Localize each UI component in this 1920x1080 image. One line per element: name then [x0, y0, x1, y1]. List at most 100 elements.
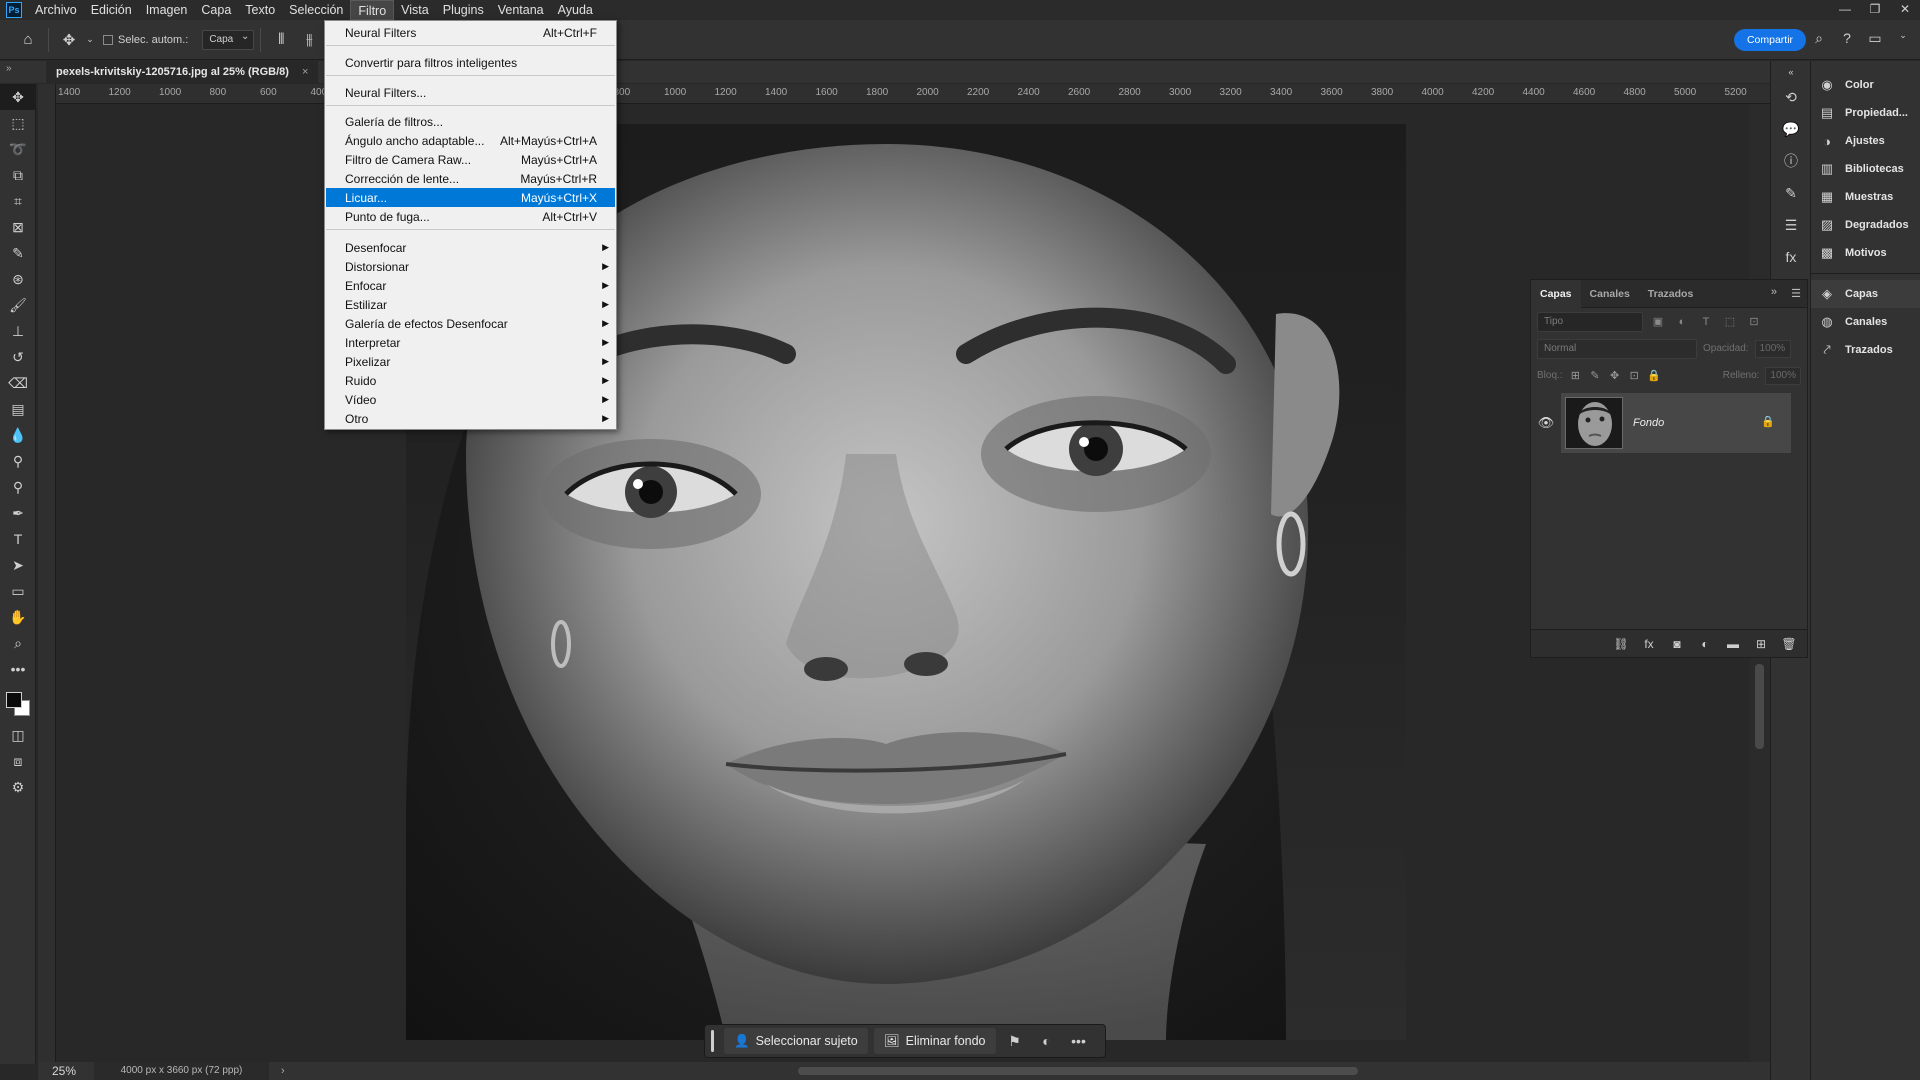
blend-mode-dropdown[interactable]: Normal	[1537, 338, 1697, 359]
panel-swatches[interactable]: ▦ Muestras	[1811, 183, 1920, 211]
marquee-tool-icon[interactable]: ⬚	[0, 110, 36, 136]
filter-shape-icon[interactable]: ⬚	[1721, 315, 1739, 328]
layer-lock-icon[interactable]: 🔒	[1761, 415, 1775, 428]
filter-menu-item-licuar[interactable]: Licuar... Mayús+Ctrl+X	[326, 188, 615, 207]
menu-vista[interactable]: Vista	[394, 0, 436, 20]
panel-paths[interactable]: ⤤ Trazados	[1811, 336, 1920, 364]
gradient-tool-icon[interactable]: ▤	[0, 396, 36, 422]
panel-menu-icon[interactable]: ☰	[1791, 287, 1801, 300]
filter-menu-item-neural-filters[interactable]: Neural Filters Alt+Ctrl+F	[326, 23, 615, 42]
lock-pixels-icon[interactable]: ✎	[1588, 369, 1602, 382]
filter-menu-item-filtro-de-camera-raw[interactable]: Filtro de Camera Raw... Mayús+Ctrl+A	[326, 150, 615, 169]
horizontal-ruler[interactable]: 1400120010008006004002000200400600800100…	[56, 84, 1770, 104]
menu-imagen[interactable]: Imagen	[139, 0, 195, 20]
menu-capa[interactable]: Capa	[194, 0, 238, 20]
align-left-icon[interactable]: ⫴	[267, 26, 295, 54]
type-tool-icon[interactable]: T	[0, 526, 36, 552]
filter-menu-item-video[interactable]: Vídeo ▶	[326, 390, 615, 409]
rectangle-tool-icon[interactable]: ▭	[0, 578, 36, 604]
tab-paths[interactable]: Trazados	[1639, 280, 1703, 308]
chevron-down-icon[interactable]: ⌄	[1894, 30, 1912, 47]
filter-menu-item-ruido[interactable]: Ruido ▶	[326, 371, 615, 390]
filter-menu-item-neural-filters[interactable]: Neural Filters...	[326, 83, 615, 102]
info-icon[interactable]: ⓘ	[1771, 147, 1811, 175]
panel-layers[interactable]: ◈ Capas	[1811, 280, 1920, 308]
hand-tool-icon[interactable]: ✋	[0, 604, 36, 630]
layer-row-content[interactable]: Fondo 🔒	[1561, 393, 1791, 453]
new-layer-icon[interactable]: ⊞	[1753, 637, 1769, 651]
filter-menu-item-pixelizar[interactable]: Pixelizar ▶	[326, 352, 615, 371]
filter-menu-item-desenfocar[interactable]: Desenfocar ▶	[326, 238, 615, 257]
panel-libraries[interactable]: ▥ Bibliotecas	[1811, 155, 1920, 183]
menu-texto[interactable]: Texto	[238, 0, 282, 20]
more-options-icon[interactable]: •••	[1066, 1028, 1092, 1054]
panel-color[interactable]: ◉ Color	[1811, 71, 1920, 99]
photoshop-logo[interactable]: Ps	[6, 2, 22, 18]
filter-menu-item-angulo-ancho-adaptable[interactable]: Ángulo ancho adaptable... Alt+Mayús+Ctrl+…	[326, 131, 615, 150]
lock-transparency-icon[interactable]: ⊞	[1569, 369, 1583, 382]
remove-background-button[interactable]: 🖼 Eliminar fondo	[873, 1028, 996, 1054]
filter-menu-item-galeria-de-filtros[interactable]: Galería de filtros...	[326, 112, 615, 131]
filter-menu-item-galeria-de-efectos-desenfocar[interactable]: Galería de efectos Desenfocar ▶	[326, 314, 615, 333]
pin-icon[interactable]: ⚑	[1002, 1028, 1028, 1054]
filter-menu-item-interpretar[interactable]: Interpretar ▶	[326, 333, 615, 352]
home-icon[interactable]: ⌂	[14, 26, 42, 54]
zoom-level[interactable]: 25%	[38, 1064, 94, 1078]
fill-field[interactable]: 100%	[1765, 366, 1801, 385]
new-group-icon[interactable]: ▬	[1725, 637, 1741, 651]
foreground-color-swatch[interactable]	[6, 692, 22, 708]
filter-type-icon[interactable]: T	[1697, 316, 1715, 328]
search-icon[interactable]: ⌕	[1810, 30, 1828, 47]
help-icon[interactable]: ?	[1838, 30, 1856, 47]
status-menu-arrow-icon[interactable]: ›	[281, 1065, 285, 1077]
filter-menu-item-convertir-para-filtros-inteligentes[interactable]: Convertir para filtros inteligentes	[326, 53, 615, 72]
healing-brush-tool-icon[interactable]: ⊛	[0, 266, 36, 292]
quick-mask-icon[interactable]: ◫	[0, 722, 36, 748]
new-adjustment-layer-icon[interactable]: ◐	[1697, 637, 1713, 651]
opacity-field[interactable]: 100%	[1754, 339, 1791, 358]
filter-menu-item-otro[interactable]: Otro ▶	[326, 409, 615, 428]
zoom-tool-icon[interactable]: ⌕	[0, 630, 36, 656]
horizontal-scrollbar-thumb[interactable]	[798, 1067, 1358, 1075]
filter-pixel-icon[interactable]: ▣	[1649, 315, 1667, 328]
close-window-button[interactable]: ✕	[1890, 0, 1920, 20]
close-tab-icon[interactable]: ×	[302, 66, 308, 78]
collapse-panel-icon[interactable]: »	[1771, 286, 1777, 298]
filter-menu-item-estilizar[interactable]: Estilizar ▶	[326, 295, 615, 314]
layer-filter-input[interactable]: Tipo	[1537, 311, 1643, 332]
menu-seleccion[interactable]: Selección	[282, 0, 350, 20]
more-tools-icon[interactable]: •••	[0, 656, 36, 682]
history-icon[interactable]: ⟲	[1771, 83, 1811, 111]
panel-gradients[interactable]: ▨ Degradados	[1811, 211, 1920, 239]
tab-layers[interactable]: Capas	[1531, 279, 1581, 308]
drag-handle[interactable]	[711, 1030, 714, 1052]
menu-ayuda[interactable]: Ayuda	[551, 0, 600, 20]
lock-all-icon[interactable]: 🔒	[1647, 369, 1661, 382]
minimize-button[interactable]: —	[1830, 0, 1860, 20]
add-mask-icon[interactable]: ◙	[1669, 637, 1685, 651]
panel-properties[interactable]: ▤ Propiedad...	[1811, 99, 1920, 127]
filter-menu-item-distorsionar[interactable]: Distorsionar ▶	[326, 257, 615, 276]
brush-settings-icon[interactable]: ✎	[1771, 179, 1811, 207]
collapse-dock-icon[interactable]: «	[1771, 65, 1811, 79]
add-layer-style-icon[interactable]: fx	[1641, 637, 1657, 651]
frame-tool-icon[interactable]: ⊠	[0, 214, 36, 240]
history-brush-tool-icon[interactable]: ↺	[0, 344, 36, 370]
generative-icon[interactable]: ⚙	[0, 774, 36, 800]
dodge-tool-icon[interactable]: ⚲	[0, 448, 36, 474]
menu-archivo[interactable]: Archivo	[28, 0, 84, 20]
filter-menu-item-enfocar[interactable]: Enfocar ▶	[326, 276, 615, 295]
document-tab[interactable]: pexels-krivitskiy-1205716.jpg al 25% (RG…	[46, 61, 319, 83]
checkbox-box[interactable]	[103, 34, 113, 45]
filter-adjustment-icon[interactable]: ◐	[1673, 316, 1691, 328]
eyedropper-tool-icon[interactable]: ✎	[0, 240, 36, 266]
lock-artboard-icon[interactable]: ⊡	[1627, 369, 1641, 382]
share-button[interactable]: Compartir	[1734, 29, 1806, 51]
vertical-ruler[interactable]	[38, 84, 56, 1064]
lasso-tool-icon[interactable]: ➰	[0, 136, 36, 162]
filter-menu-item-correccion-de-lente[interactable]: Corrección de lente... Mayús+Ctrl+R	[326, 169, 615, 188]
vertical-scrollbar-thumb[interactable]	[1755, 664, 1764, 749]
menu-ventana[interactable]: Ventana	[491, 0, 551, 20]
object-selection-tool-icon[interactable]: ⧉	[0, 162, 36, 188]
panel-patterns[interactable]: ▩ Motivos	[1811, 239, 1920, 267]
